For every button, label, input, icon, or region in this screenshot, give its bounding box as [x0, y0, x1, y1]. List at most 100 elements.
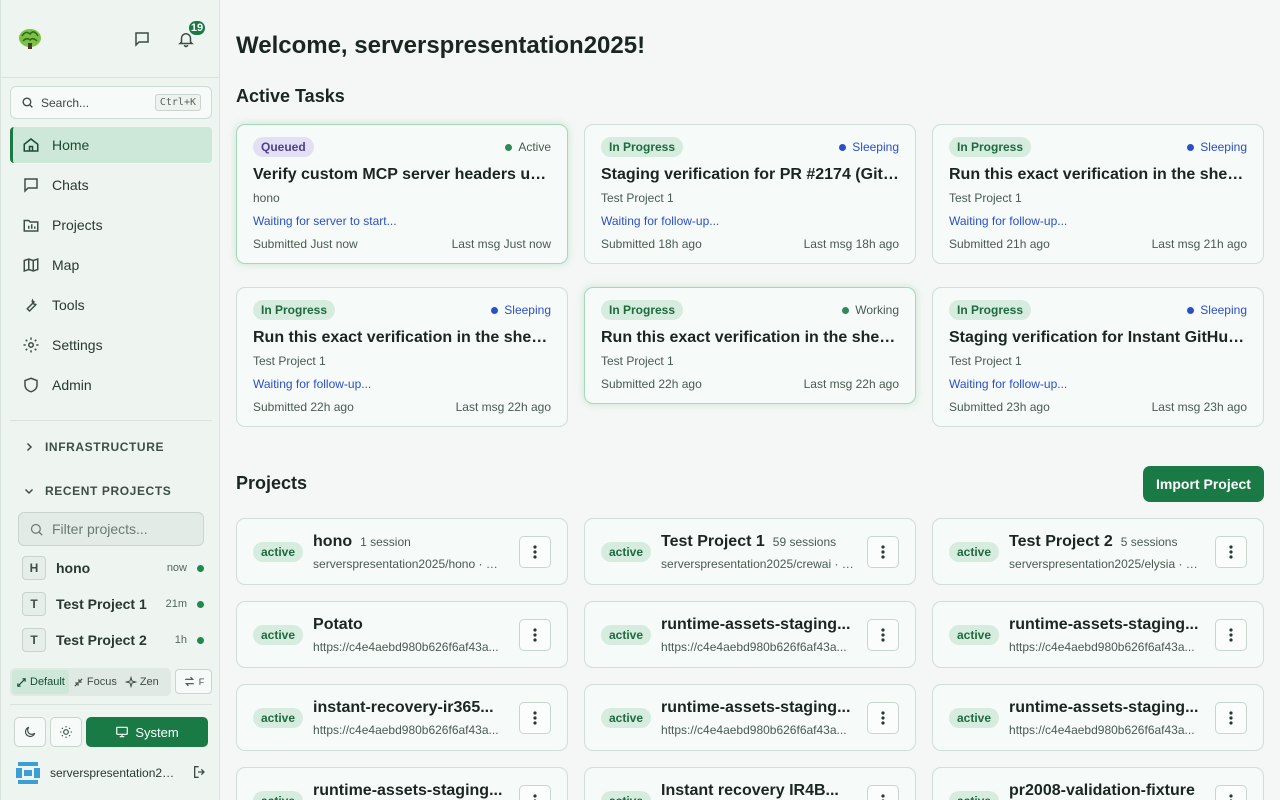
project-card[interactable]: active Potato https://c4e4aebd980b626f6af4… — [236, 601, 568, 668]
recent-project-item[interactable]: T Test Project 2 1h — [22, 628, 204, 652]
brain-logo-icon[interactable] — [17, 26, 43, 50]
more-options-button[interactable] — [519, 535, 551, 568]
task-card[interactable]: In Progress Sleeping Staging verification … — [932, 287, 1264, 427]
task-last-message: Last msg 23h ago — [1151, 400, 1247, 414]
project-title-line: runtime-assets-staging... — [661, 616, 855, 634]
nav-item-chats[interactable]: Chats — [10, 167, 212, 203]
task-footer: Submitted 21h ago Last msg 21h ago — [949, 237, 1247, 251]
layout-mode-switcher: Default Focus Zen — [10, 668, 171, 696]
nav-item-map[interactable]: Map — [10, 247, 212, 283]
mode-default[interactable]: Default — [12, 670, 69, 694]
nav-item-admin[interactable]: Admin — [10, 367, 212, 403]
task-status-label: Sleeping — [1200, 140, 1247, 154]
project-path: serverspresentation2025/crewai · main — [661, 556, 855, 571]
chat-bubble-icon[interactable] — [131, 28, 153, 50]
recent-project-time: 1h — [174, 634, 187, 646]
more-options-button[interactable] — [519, 618, 551, 651]
section-recent-projects-toggle[interactable]: RECENT PROJECTS — [23, 484, 171, 498]
nav-label: Admin — [52, 377, 92, 393]
project-status-badge: active — [253, 541, 304, 562]
nav-label: Tools — [52, 297, 85, 313]
status-dot — [491, 306, 499, 314]
project-info: pr2008-validation-fixturehttps://c4e4aeb… — [1009, 782, 1203, 800]
project-path: https://c4e4aebd980b626f6af43a... — [1009, 722, 1195, 737]
project-name: Test Project 1 — [661, 532, 765, 550]
project-status-badge: active — [949, 624, 1000, 645]
task-card[interactable]: In Progress Sleeping Staging verification … — [584, 124, 916, 264]
project-name: runtime-assets-staging... — [313, 781, 503, 799]
task-title: Staging verification for PR #2174 (GitHu… — [601, 166, 899, 183]
more-options-button[interactable] — [1215, 618, 1247, 651]
swap-mode-button[interactable]: F — [175, 669, 212, 694]
project-info: Test Project 1 59 sessions serverspresenta… — [661, 533, 855, 571]
project-info: runtime-assets-staging... https://c4e4aeb… — [1009, 616, 1203, 654]
more-options-button[interactable] — [867, 618, 899, 651]
dark-theme-button[interactable] — [14, 717, 46, 747]
light-theme-button[interactable] — [50, 717, 82, 747]
import-project-button[interactable]: Import Project — [1143, 466, 1264, 502]
main-content: Welcome, serverspresentation2025! Active… — [220, 0, 1280, 800]
section-infrastructure-toggle[interactable]: INFRASTRUCTURE — [23, 440, 164, 454]
project-path: serverspresentation2025/hono · main — [313, 556, 507, 571]
project-card[interactable]: activeruntime-assets-staging...https://c… — [584, 684, 916, 751]
project-card[interactable]: active hono 1 session serverspresentation20… — [236, 518, 568, 585]
user-avatar-icon[interactable] — [16, 760, 40, 786]
system-theme-button[interactable]: System — [86, 717, 208, 747]
task-status: Sleeping — [491, 303, 551, 317]
filter-projects-input[interactable]: Filter projects... — [18, 512, 204, 546]
status-dot — [1187, 306, 1195, 314]
kebab-menu-icon — [1229, 710, 1233, 725]
kebab-menu-icon — [533, 627, 537, 642]
task-card[interactable]: In Progress Sleeping Run this exact verifi… — [932, 124, 1264, 264]
task-card[interactable]: Queued Active Verify custom MCP server hea… — [236, 124, 568, 264]
project-card[interactable]: active Test Project 2 5 sessions serverspre… — [932, 518, 1264, 585]
more-options-button[interactable] — [1215, 784, 1247, 800]
task-submitted: Submitted 22h ago — [253, 400, 354, 414]
status-dot — [839, 143, 847, 151]
recent-project-item[interactable]: T Test Project 1 21m — [22, 592, 204, 616]
more-options-button[interactable] — [519, 701, 551, 734]
nav-label: Map — [52, 257, 80, 273]
project-name: runtime-assets-staging... — [1009, 615, 1199, 633]
sidebar: 19 Search... Ctrl+K Home Chats Projects … — [0, 0, 220, 800]
recent-project-item[interactable]: H hono now — [22, 556, 204, 580]
more-options-button[interactable] — [867, 535, 899, 568]
project-info: instant-recovery-ir365... https://c4e4aeb… — [313, 699, 507, 737]
project-card[interactable]: active pr2008-validation-fixturehttps://c… — [932, 767, 1264, 800]
more-options-button[interactable] — [1215, 535, 1247, 568]
logout-icon[interactable] — [192, 764, 208, 783]
project-status-badge: active — [949, 790, 1000, 800]
project-card[interactable]: active Instant recovery IR4B...https://c4… — [584, 767, 916, 800]
search-input[interactable]: Search... Ctrl+K — [10, 86, 212, 119]
project-title-line: runtime-assets-staging... — [1009, 616, 1203, 634]
project-card[interactable]: active runtime-assets-staging...https://c… — [932, 601, 1264, 668]
task-card[interactable]: In Progress Sleeping Run this exact verifi… — [236, 287, 568, 427]
project-status-badge: active — [601, 541, 652, 562]
project-card[interactable]: activeruntime-assets-staging...https://c… — [584, 601, 916, 668]
project-card[interactable]: active instant-recovery-ir365... https://c… — [236, 684, 568, 751]
map-icon — [23, 257, 39, 273]
project-info: Instant recovery IR4B...https://c4e4aebd… — [661, 782, 855, 800]
more-options-button[interactable] — [867, 701, 899, 734]
mode-zen[interactable]: Zen — [121, 670, 163, 694]
nav-item-projects[interactable]: Projects — [10, 207, 212, 243]
task-title: Run this exact verification in the shell… — [949, 166, 1247, 183]
task-card[interactable]: In Progress Working Run this exact verific… — [584, 287, 916, 404]
more-options-button[interactable] — [1215, 701, 1247, 734]
kebab-menu-icon — [881, 710, 885, 725]
more-options-button[interactable] — [519, 784, 551, 800]
task-project: Test Project 1 — [949, 191, 1022, 205]
project-title-line: instant-recovery-ir365... — [313, 699, 507, 717]
chevron-down-icon — [24, 488, 34, 495]
shield-icon — [24, 377, 38, 393]
project-card[interactable]: activeruntime-assets-staging...https://c… — [932, 684, 1264, 751]
task-submitted: Submitted 22h ago — [601, 377, 702, 391]
more-options-button[interactable] — [867, 784, 899, 800]
project-card[interactable]: active Test Project 1 59 sessions serverspr… — [584, 518, 916, 585]
mode-focus[interactable]: Focus — [69, 670, 121, 694]
task-footer: Submitted 22h ago Last msg 22h ago — [601, 377, 899, 391]
nav-item-tools[interactable]: Tools — [10, 287, 212, 323]
nav-item-home[interactable]: Home — [10, 127, 212, 163]
nav-item-settings[interactable]: Settings — [10, 327, 212, 363]
project-card[interactable]: activeruntime-assets-staging...https://c… — [236, 767, 568, 800]
